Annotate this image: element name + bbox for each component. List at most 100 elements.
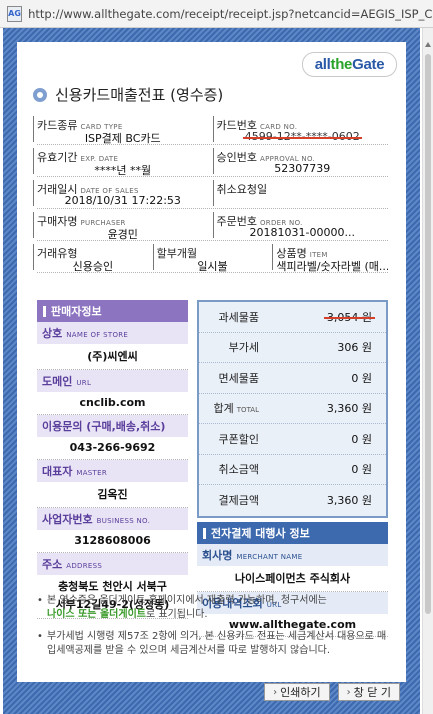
address-bar[interactable]: AG http://www.allthegate.com/receipt/rec… — [0, 0, 433, 28]
seller-store: 상호 NAME OF STORE (주)씨엔씨 — [37, 322, 188, 370]
seller-info-header: 판매자정보 — [37, 300, 188, 322]
field-value: 색피라벨/숫자라벨 (매... — [276, 260, 389, 273]
title-bullet-icon — [33, 87, 47, 102]
url-text[interactable]: http://www.allthegate.com/receipt/receip… — [28, 7, 433, 21]
amount-value: 0 원 — [351, 371, 372, 385]
field-date-of-sales: 거래일시 DATE OF SALES 2018/10/31 17:22:53 — [33, 177, 209, 208]
amount-summary: 과세물품 3,054 원 부가세 306 원 면세물품 0 원 합계 TOTAL … — [197, 300, 388, 518]
print-button-label: 인쇄하기 — [280, 686, 321, 699]
field-value: 52307739 — [274, 162, 331, 175]
agent-info-header: 전자결제 대행사 정보 — [197, 522, 388, 544]
amount-row: 과세물품 3,054 원 — [199, 302, 386, 333]
field-purchaser: 구매자명 PURCHASER 윤경민 — [33, 209, 209, 241]
chevron-right-icon: › — [273, 686, 278, 698]
seller-business-no-label: 사업자번호 — [42, 513, 93, 526]
field-value: 일시불 — [197, 260, 228, 273]
receipt-title-text: 신용카드매출전표 (영수증) — [55, 86, 224, 104]
logo-part-the: the — [330, 56, 353, 73]
receipt-frame: all the Gate 신용카드매출전표 (영수증) 카드종류 CARD TYPE … — [3, 28, 420, 714]
amount-label: 합계 — [213, 402, 234, 416]
field-value: 윤경민 — [107, 228, 138, 241]
close-button-label: 창 닫 기 — [353, 686, 391, 699]
seller-master-value: 김옥진 — [97, 488, 128, 501]
amount-value: 3,360 원 — [326, 402, 372, 416]
amount-label: 부가세 — [228, 341, 259, 355]
amount-value: 306 원 — [337, 341, 372, 355]
field-card-no: 카드번호 CARD NO. 4599-12**-****-0602 — [212, 113, 389, 144]
note-text: 본 영수증은 올더게이트 홈페이지에서 재출력 가능하며, 청구서에는 — [47, 595, 327, 606]
amount-row: 쿠폰할인 0 원 — [199, 424, 386, 455]
amount-row-payment: 결제금액 3,360 원 — [199, 485, 386, 516]
amount-row: 면세물품 0 원 — [199, 363, 386, 394]
note-text: 로 표기됩니다. — [145, 609, 208, 620]
field-value: 4599-12**-****-0602 — [244, 130, 360, 143]
vertical-scrollbar[interactable] — [422, 28, 433, 714]
seller-business-no-sublabel: BUSINESS NO. — [96, 517, 151, 525]
note-reprint: 본 영수증은 올더게이트 홈페이지에서 재출력 가능하며, 청구서에는나이스 또… — [37, 594, 392, 622]
field-trade-type: 거래유형 신용승인 — [32, 241, 149, 273]
seller-master: 대표자 MASTER 김옥진 — [37, 460, 188, 508]
agent-merchant-label: 회사명 — [202, 549, 233, 562]
seller-domain: 도메인 URL cnclib.com — [37, 370, 188, 415]
amount-label: 취소금액 — [218, 463, 259, 477]
seller-info: 판매자정보 상호 NAME OF STORE (주)씨엔씨 도메인 URL cncl… — [37, 300, 188, 619]
logo-part-gate: Gate — [352, 56, 385, 73]
field-order-no: 주문번호 ORDER NO. 20181031-00000... — [212, 209, 389, 240]
seller-domain-label: 도메인 — [42, 375, 73, 388]
field-card-type: 카드종류 CARD TYPE ISP결제 BC카드 — [33, 113, 209, 145]
agent-info-title: 전자결제 대행사 정보 — [211, 527, 310, 540]
amount-sublabel: TOTAL — [236, 406, 259, 415]
seller-store-label: 상호 — [42, 327, 63, 340]
agent-merchant-sublabel: MERCHANT NAME — [236, 553, 303, 561]
seller-business-no-value: 3128608006 — [74, 534, 151, 547]
logo-part-all: all — [314, 56, 331, 73]
seller-master-label: 대표자 — [42, 465, 73, 478]
note-tax: 부가세법 시행령 제57조 2항에 의거, 본 신용카드 전표는 세금계산서 대… — [37, 630, 392, 658]
seller-master-sublabel: MASTER — [76, 469, 108, 477]
action-buttons: › 인쇄하기 › 창 닫 기 — [264, 683, 400, 701]
note-highlight: 나이스 또는 올더게이트 — [47, 609, 146, 620]
field-installment: 할부개월 일시불 — [152, 241, 269, 273]
field-value: 2018/10/31 17:22:53 — [64, 194, 181, 207]
seller-store-value: (주)씨엔씨 — [87, 350, 138, 363]
seller-domain-value[interactable]: cnclib.com — [37, 392, 188, 414]
seller-address-sublabel: ADDRESS — [66, 562, 103, 570]
amount-value: 0 원 — [351, 432, 372, 446]
amount-value: 0 원 — [351, 463, 372, 477]
amount-label: 면세물품 — [218, 371, 259, 385]
seller-business-no: 사업자번호 BUSINESS NO. 3128608006 — [37, 508, 188, 553]
seller-info-title: 판매자정보 — [51, 305, 102, 318]
field-value: ISP결제 BC카드 — [84, 132, 161, 145]
print-button[interactable]: › 인쇄하기 — [264, 683, 330, 701]
receipt-panel: all the Gate 신용카드매출전표 (영수증) 카드종류 CARD TYPE … — [17, 42, 406, 701]
amount-label: 결제금액 — [218, 494, 259, 508]
receipt-title: 신용카드매출전표 (영수증) — [33, 84, 223, 105]
amount-label: 쿠폰할인 — [218, 432, 259, 446]
transaction-fields: 카드종류 CARD TYPE ISP결제 BC카드 카드번호 CARD NO. 45… — [32, 113, 389, 273]
chevron-right-icon: › — [346, 686, 351, 698]
field-exp-date: 유효기간 EXP. DATE ****년 **월 — [32, 145, 209, 177]
seller-inquiry: 이용문의 (구매,배송,취소) 043-266-9692 — [37, 415, 188, 460]
amount-row: 취소금액 0 원 — [199, 455, 386, 485]
amount-value: 3,054 원 — [326, 310, 372, 324]
field-value: ****년 **월 — [94, 164, 152, 177]
agent-merchant-value: 나이스페이먼츠 주식회사 — [234, 572, 351, 585]
seller-domain-sublabel: URL — [76, 379, 92, 387]
field-item: 상품명 ITEM 색피라벨/숫자라벨 (매... — [272, 241, 389, 273]
amount-row-total: 합계 TOTAL 3,360 원 — [199, 394, 386, 424]
agent-merchant: 회사명 MERCHANT NAME 나이스페이먼츠 주식회사 — [197, 544, 388, 592]
note-text: 부가세법 시행령 제57조 2항에 의거, 본 신용카드 전표는 세금계산서 대… — [47, 631, 387, 656]
seller-inquiry-value: 043-266-9692 — [69, 441, 156, 454]
receipt-notes: 본 영수증은 올더게이트 홈페이지에서 재출력 가능하며, 청구서에는나이스 또… — [37, 594, 392, 666]
scroll-up-arrow-icon[interactable] — [425, 42, 431, 47]
seller-store-sublabel: NAME OF STORE — [66, 331, 129, 339]
field-label: 취소요청일 — [216, 183, 268, 196]
seller-inquiry-label: 이용문의 (구매,배송,취소) — [42, 420, 166, 433]
field-value: 신용승인 — [72, 260, 114, 273]
close-button[interactable]: › 창 닫 기 — [337, 683, 400, 701]
field-approval-no: 승인번호 APPROVAL NO. 52307739 — [212, 145, 389, 176]
scrollbar-thumb[interactable] — [425, 54, 431, 614]
allthegate-logo: all the Gate — [302, 52, 397, 77]
seller-address-label: 주소 — [42, 558, 63, 571]
site-favicon-icon: AG — [7, 5, 23, 22]
